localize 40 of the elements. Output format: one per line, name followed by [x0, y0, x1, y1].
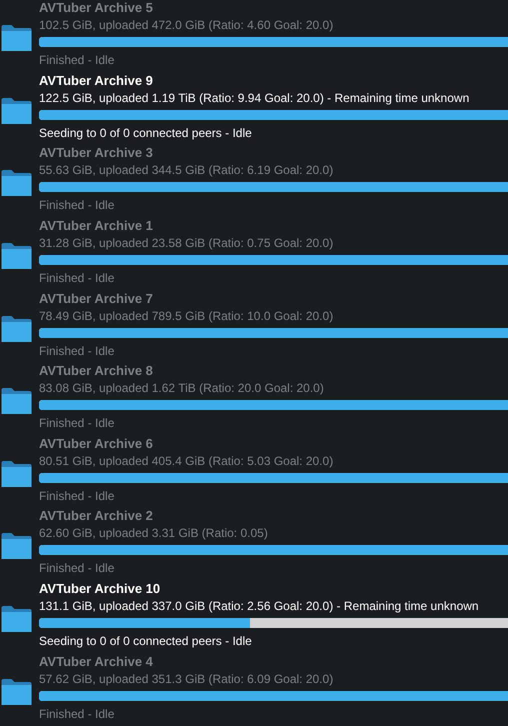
folder-icon — [1, 606, 32, 632]
torrent-status: Finished - Idle — [39, 415, 114, 432]
folder-icon — [1, 533, 32, 560]
torrent-name: AVTuber Archive 9 — [39, 72, 153, 90]
torrent-status: Seeding to 0 of 0 connected peers - Idle — [39, 124, 252, 142]
torrent-details: 31.28 GiB, uploaded 23.58 GiB (Ratio: 0.75 Goal: 20.0) — [39, 235, 334, 252]
torrent-name: AVTuber Archive 10 — [39, 580, 160, 598]
torrent-status: Finished - Idle — [39, 270, 114, 288]
folder-icon — [1, 678, 32, 705]
torrent-name: AVTuber Archive 2 — [39, 507, 153, 526]
torrent-name: AVTuber Archive 7 — [39, 290, 153, 308]
torrent-details: 83.08 GiB, uploaded 1.62 TiB (Ratio: 20.0 Goal: 20.0) — [39, 380, 324, 398]
folder-icon — [1, 170, 32, 196]
folder-icon — [1, 98, 32, 124]
torrent-details: 102.5 GiB, uploaded 472.0 GiB (Ratio: 4.60 Goal: 20.0) — [39, 17, 334, 34]
torrent-details: 80.51 GiB, uploaded 405.4 GiB (Ratio: 5.03 Goal: 20.0) — [39, 452, 334, 470]
torrent-status: Seeding to 0 of 0 connected peers - Idle — [39, 633, 252, 650]
torrent-details: 62.60 GiB, uploaded 3.31 GiB (Ratio: 0.05) — [39, 525, 268, 542]
folder-icon — [1, 316, 32, 342]
folder-icon — [1, 388, 32, 414]
torrent-details: 55.63 GiB, uploaded 344.5 GiB (Ratio: 6.19 Goal: 20.0) — [39, 162, 334, 180]
torrent-status: Finished - Idle — [39, 342, 114, 360]
torrent-details: 57.62 GiB, uploaded 351.3 GiB (Ratio: 6.09 Goal: 20.0) — [39, 670, 334, 688]
torrent-name: AVTuber Archive 3 — [39, 144, 153, 162]
folder-icon — [1, 460, 32, 487]
torrent-status: Finished - Idle — [39, 52, 114, 70]
torrent-name: AVTuber Archive 6 — [39, 434, 153, 453]
torrent-details: 78.49 GiB, uploaded 789.5 GiB (Ratio: 10.0 Goal: 20.0) — [39, 308, 334, 325]
torrent-details: 122.5 GiB, uploaded 1.19 TiB (Ratio: 9.94 Goal: 20.0) - Remaining time unknown — [39, 90, 470, 107]
torrent-name: AVTuber Archive 5 — [39, 0, 153, 18]
torrent-name: AVTuber Archive 1 — [39, 217, 153, 236]
torrent-details: 131.1 GiB, uploaded 337.0 GiB (Ratio: 2.56 Goal: 20.0) - Remaining time unknown — [39, 598, 479, 616]
torrent-status: Finished - Idle — [39, 560, 114, 578]
folder-icon — [1, 25, 32, 52]
torrent-status: Finished - Idle — [39, 197, 114, 214]
torrent-status: Finished - Idle — [39, 488, 114, 505]
torrent-name: AVTuber Archive 8 — [39, 362, 153, 380]
folder-icon — [1, 243, 32, 270]
torrent-status: Finished - Idle — [39, 706, 114, 723]
torrent-name: AVTuber Archive 4 — [39, 652, 153, 671]
